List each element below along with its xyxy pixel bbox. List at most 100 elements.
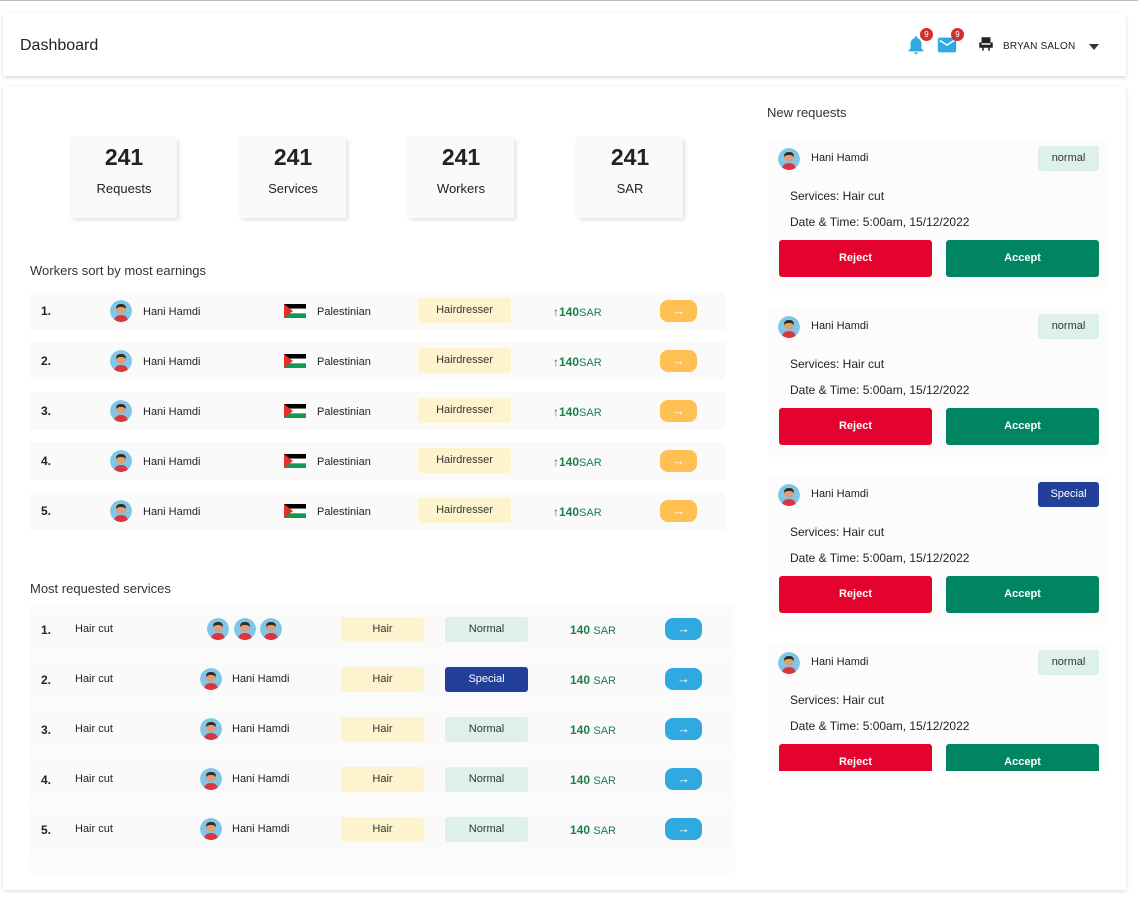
avatar-icon (110, 500, 132, 522)
service-details-button[interactable]: → (665, 768, 702, 790)
avatar-icon (778, 316, 800, 338)
earnings-currency: SAR (579, 407, 602, 419)
service-name: Hair cut (75, 823, 113, 835)
messages-button[interactable]: 9 (936, 28, 964, 56)
customer-name: Hani Hamdi (811, 152, 869, 164)
stat-value: 241 (273, 144, 313, 170)
worker-nationality: Palestinian (317, 306, 371, 318)
right-arrow-icon: → (677, 771, 690, 786)
new-requests-panel[interactable]: New requests Hani Hamdi normal Services:… (766, 87, 1116, 771)
row-rank: 5. (41, 823, 52, 837)
request-card: Hani Hamdi normal Services: Hair cut Dat… (768, 307, 1106, 457)
service-details-button[interactable]: → (665, 668, 702, 690)
request-services: Services: Hair cut (790, 189, 885, 203)
category-tag: Hair (341, 767, 424, 792)
worker-details-button[interactable]: → (660, 350, 697, 372)
service-name: Hair cut (75, 773, 113, 785)
right-arrow-icon: → (677, 821, 690, 836)
service-name: Hair cut (75, 673, 113, 685)
worker-name: Hani Hamdi (232, 773, 290, 785)
worker-nationality: Palestinian (317, 456, 371, 468)
request-datetime: Date & Time: 5:00am, 15/12/2022 (790, 215, 970, 229)
worker-name: Hani Hamdi (143, 406, 201, 418)
worker-details-button[interactable]: → (660, 300, 697, 322)
stat-label: Requests (96, 181, 152, 196)
request-type-badge: normal (1038, 314, 1099, 339)
service-name: Hair cut (75, 623, 113, 635)
type-tag: Special (445, 667, 528, 692)
row-rank: 1. (41, 304, 52, 318)
workers-section-title: Workers sort by most earnings (30, 263, 207, 278)
stat-card-sar[interactable]: 241 SAR (577, 138, 683, 218)
row-rank: 3. (41, 723, 52, 737)
avatar-icon (200, 718, 222, 740)
worker-nationality: Palestinian (317, 506, 371, 518)
earnings-amount: 140 (559, 405, 580, 419)
main-panel: 241 Requests 241 Services 241 Workers 24… (3, 87, 1126, 890)
reject-button[interactable]: Reject (779, 408, 932, 445)
accept-button[interactable]: Accept (946, 408, 1099, 445)
accept-button[interactable]: Accept (946, 576, 1099, 613)
caret-down-icon (1089, 37, 1100, 55)
avatar-icon (260, 618, 282, 640)
table-row: 3. Hair cut Hani Hamdi Hair Normal 140 S… (30, 709, 730, 749)
right-arrow-icon: → (672, 503, 685, 518)
avatar-icon (110, 350, 132, 372)
accept-button[interactable]: Accept (946, 240, 1099, 277)
salon-menu[interactable]: BRYAN SALON (977, 36, 1100, 56)
role-tag: Hairdresser (418, 398, 511, 423)
stat-card-requests[interactable]: 241 Requests (71, 138, 177, 218)
service-details-button[interactable]: → (665, 618, 702, 640)
right-arrow-icon: → (672, 303, 685, 318)
row-rank: 2. (41, 354, 52, 368)
top-header: Dashboard 9 9 BRYAN SALON (3, 13, 1126, 76)
row-rank: 3. (41, 404, 52, 418)
worker-details-button[interactable]: → (660, 400, 697, 422)
earnings-currency: SAR (579, 457, 602, 469)
avatar-icon (110, 300, 132, 322)
service-price: 140 SAR (570, 773, 616, 787)
reject-button[interactable]: Reject (779, 744, 932, 771)
avatar-icon (110, 400, 132, 422)
palestine-flag-icon (284, 454, 306, 468)
earnings-currency: SAR (579, 357, 602, 369)
worker-name: Hani Hamdi (143, 356, 201, 368)
worker-name: Hani Hamdi (232, 723, 290, 735)
notification-count-badge: 9 (920, 28, 933, 41)
palestine-flag-icon (284, 354, 306, 368)
price-amount: 140 (570, 823, 591, 837)
price-currency: SAR (593, 775, 616, 787)
worker-details-button[interactable]: → (660, 500, 697, 522)
worker-earnings: ↑140SAR (553, 455, 602, 469)
accept-button[interactable]: Accept (946, 744, 1099, 771)
worker-earnings: ↑140SAR (553, 405, 602, 419)
price-currency: SAR (593, 825, 616, 837)
reject-button[interactable]: Reject (779, 240, 932, 277)
avatar-icon (778, 484, 800, 506)
services-section-title: Most requested services (30, 581, 171, 596)
service-price: 140 SAR (570, 673, 616, 687)
request-datetime: Date & Time: 5:00am, 15/12/2022 (790, 383, 970, 397)
service-details-button[interactable]: → (665, 818, 702, 840)
customer-name: Hani Hamdi (811, 656, 869, 668)
earnings-currency: SAR (579, 307, 602, 319)
stat-value: 241 (441, 144, 481, 170)
notifications-button[interactable]: 9 (905, 28, 933, 56)
service-details-button[interactable]: → (665, 718, 702, 740)
category-tag: Hair (341, 617, 424, 642)
request-datetime: Date & Time: 5:00am, 15/12/2022 (790, 719, 970, 733)
request-type-badge: normal (1038, 650, 1099, 675)
worker-details-button[interactable]: → (660, 450, 697, 472)
avatar-icon (778, 652, 800, 674)
right-arrow-icon: → (672, 353, 685, 368)
stat-card-workers[interactable]: 241 Workers (408, 138, 514, 218)
row-rank: 4. (41, 454, 52, 468)
reject-button[interactable]: Reject (779, 576, 932, 613)
avatar-icon (200, 818, 222, 840)
stat-card-services[interactable]: 241 Services (240, 138, 346, 218)
stat-label: Workers (436, 181, 486, 196)
right-arrow-icon: → (677, 671, 690, 686)
role-tag: Hairdresser (418, 448, 511, 473)
worker-nationality: Palestinian (317, 406, 371, 418)
price-amount: 140 (570, 623, 591, 637)
